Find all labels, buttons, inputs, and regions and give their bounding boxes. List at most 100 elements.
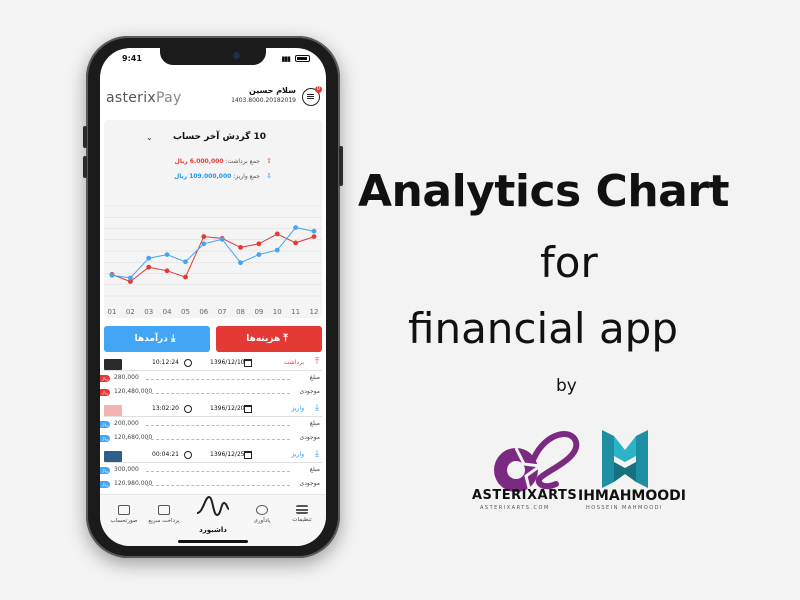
x-tick-label: 08: [236, 308, 245, 316]
logo-accent: Pay: [156, 90, 182, 106]
alarm-clock-icon: [256, 505, 268, 515]
transaction-time: 13:02:20: [152, 405, 179, 412]
currency-tag: ریال: [100, 435, 110, 442]
x-tick-label: 12: [310, 308, 319, 316]
notch: [160, 48, 266, 65]
phone-screen: 9:41 ▮▮▮ asterixPay سلام حسین 1403.8000.…: [100, 48, 326, 546]
x-tick-label: 11: [291, 308, 300, 316]
amount-line: ریال 300,000 مبلغ: [100, 465, 326, 477]
data-point[interactable]: [127, 275, 133, 281]
transaction-type: واریز: [291, 451, 304, 458]
asterixarts-name: ASTERIXARTS: [472, 488, 578, 503]
dashboard-wave-icon: [196, 495, 230, 517]
deposit-arrow-icon: ⤓: [315, 403, 319, 413]
transaction-item[interactable]: 10:12:24 1396/12/10 برداشت ⤒ ریال 280,00…: [100, 357, 326, 403]
data-point[interactable]: [109, 272, 115, 278]
tab-quick-pay-label: پرداخت سریع: [148, 518, 180, 524]
income-button[interactable]: درآمدها ⤓: [104, 326, 210, 352]
promo-line-2: for: [540, 238, 598, 287]
withdraw-icon: ⇧: [266, 157, 272, 165]
data-point[interactable]: [311, 228, 317, 234]
data-point[interactable]: [293, 225, 299, 230]
dashed-divider: [146, 425, 290, 426]
withdraw-arrow-icon: ⤒: [315, 357, 319, 367]
card-image: [104, 359, 122, 370]
tab-reminder-label: یادآوری: [253, 518, 271, 524]
data-point[interactable]: [183, 259, 188, 265]
transaction-time: 00:04:21: [152, 451, 179, 458]
x-tick-label: 10: [273, 308, 282, 316]
expense-button[interactable]: هزینه‌ها ⤒: [216, 326, 322, 352]
logo-main: asterix: [106, 90, 157, 106]
transaction-list: 10:12:24 1396/12/10 برداشت ⤒ ریال 280,00…: [100, 357, 326, 495]
dashed-divider: [146, 379, 290, 380]
data-point[interactable]: [164, 268, 170, 274]
messages-icon[interactable]: 0: [302, 86, 322, 106]
app-header: asterixPay سلام حسین 1403.8000.20182019 …: [100, 82, 326, 116]
tab-bar: صورتحساب پرداخت سریع داشبورد یادآوری تنظ…: [100, 494, 326, 546]
phone-frame: 9:41 ▮▮▮ asterixPay سلام حسین 1403.8000.…: [83, 36, 343, 558]
income-label: درآمدها: [134, 334, 168, 344]
transaction-item[interactable]: 13:02:20 1396/12/20 واریز ⤓ ریال 200,000…: [100, 403, 326, 449]
amount-line: ریال 280,000 مبلغ: [100, 373, 326, 385]
chart-title: 10 گردش آخر حساب: [172, 132, 266, 142]
data-point[interactable]: [146, 264, 152, 270]
data-point[interactable]: [293, 240, 299, 246]
clock-icon: [184, 359, 192, 367]
messages-lines: [307, 94, 314, 95]
data-point[interactable]: [146, 255, 152, 261]
transaction-date: 1396/12/25: [210, 451, 245, 458]
data-point[interactable]: [238, 245, 243, 250]
asterixarts-url: ASTERIXARTS.COM: [480, 505, 550, 511]
balance-label: موجودی: [299, 388, 321, 395]
calendar-icon: [244, 405, 252, 413]
transaction-date: 1396/12/10: [210, 359, 245, 366]
transaction-header: 00:04:21 1396/12/25 واریز ⤓: [104, 449, 322, 463]
data-point[interactable]: [201, 241, 207, 247]
download-icon: ⤓: [171, 333, 176, 344]
action-row: درآمدها ⤓ هزینه‌ها ⤒: [104, 326, 322, 352]
data-point[interactable]: [256, 241, 262, 247]
tab-dashboard[interactable]: داشبورد: [188, 489, 238, 545]
card-image: [104, 451, 122, 462]
line-chart: 01 02 03 04 05 06 07 08 09 10 11 12: [104, 205, 322, 316]
data-point[interactable]: [183, 274, 188, 280]
data-point[interactable]: [164, 252, 170, 257]
currency-tag: ریال: [100, 389, 110, 396]
deposit-value: 109.000,000: [189, 173, 232, 180]
data-point[interactable]: [238, 260, 243, 266]
app-logo: asterixPay: [106, 90, 182, 106]
deposit-label: جمع واریز:: [233, 173, 260, 180]
deposit-unit: ریال: [174, 173, 188, 180]
transaction-time: 10:12:24: [152, 359, 179, 366]
tab-statement-label: صورتحساب: [110, 518, 138, 524]
amount-label: مبلغ: [309, 466, 320, 473]
tab-reminder[interactable]: یادآوری: [242, 505, 282, 524]
data-point[interactable]: [311, 234, 317, 239]
x-tick-label: 05: [181, 308, 190, 316]
tab-settings[interactable]: تنظیمات: [282, 505, 322, 523]
power-button: [339, 146, 343, 186]
clock-icon: [184, 451, 192, 459]
dashed-divider: [146, 393, 290, 394]
tab-dashboard-label: داشبورد: [199, 526, 227, 534]
data-point[interactable]: [274, 247, 280, 253]
x-tick-label: 09: [254, 308, 263, 316]
data-point[interactable]: [274, 231, 280, 237]
calendar-icon: [244, 359, 252, 367]
chevron-down-icon[interactable]: ⌄: [146, 133, 153, 142]
data-point[interactable]: [256, 252, 262, 257]
currency-tag: ریال: [100, 421, 110, 428]
data-point[interactable]: [201, 234, 207, 239]
home-indicator[interactable]: [178, 540, 248, 543]
data-point[interactable]: [219, 236, 225, 242]
x-tick-label: 07: [218, 308, 227, 316]
balance-line: ریال 120,680,000 موجودی: [100, 433, 326, 445]
volume-down-button: [83, 156, 87, 178]
transaction-header: 10:12:24 1396/12/10 برداشت ⤒: [104, 357, 322, 371]
x-tick-label: 02: [126, 308, 135, 316]
account-number: 1403.8000.20182019: [231, 97, 296, 104]
deposit-summary: جمع واریز: 109.000,000 ریال: [174, 173, 260, 180]
tab-quick-pay[interactable]: پرداخت سریع: [144, 505, 184, 524]
tab-statement[interactable]: صورتحساب: [104, 505, 144, 524]
